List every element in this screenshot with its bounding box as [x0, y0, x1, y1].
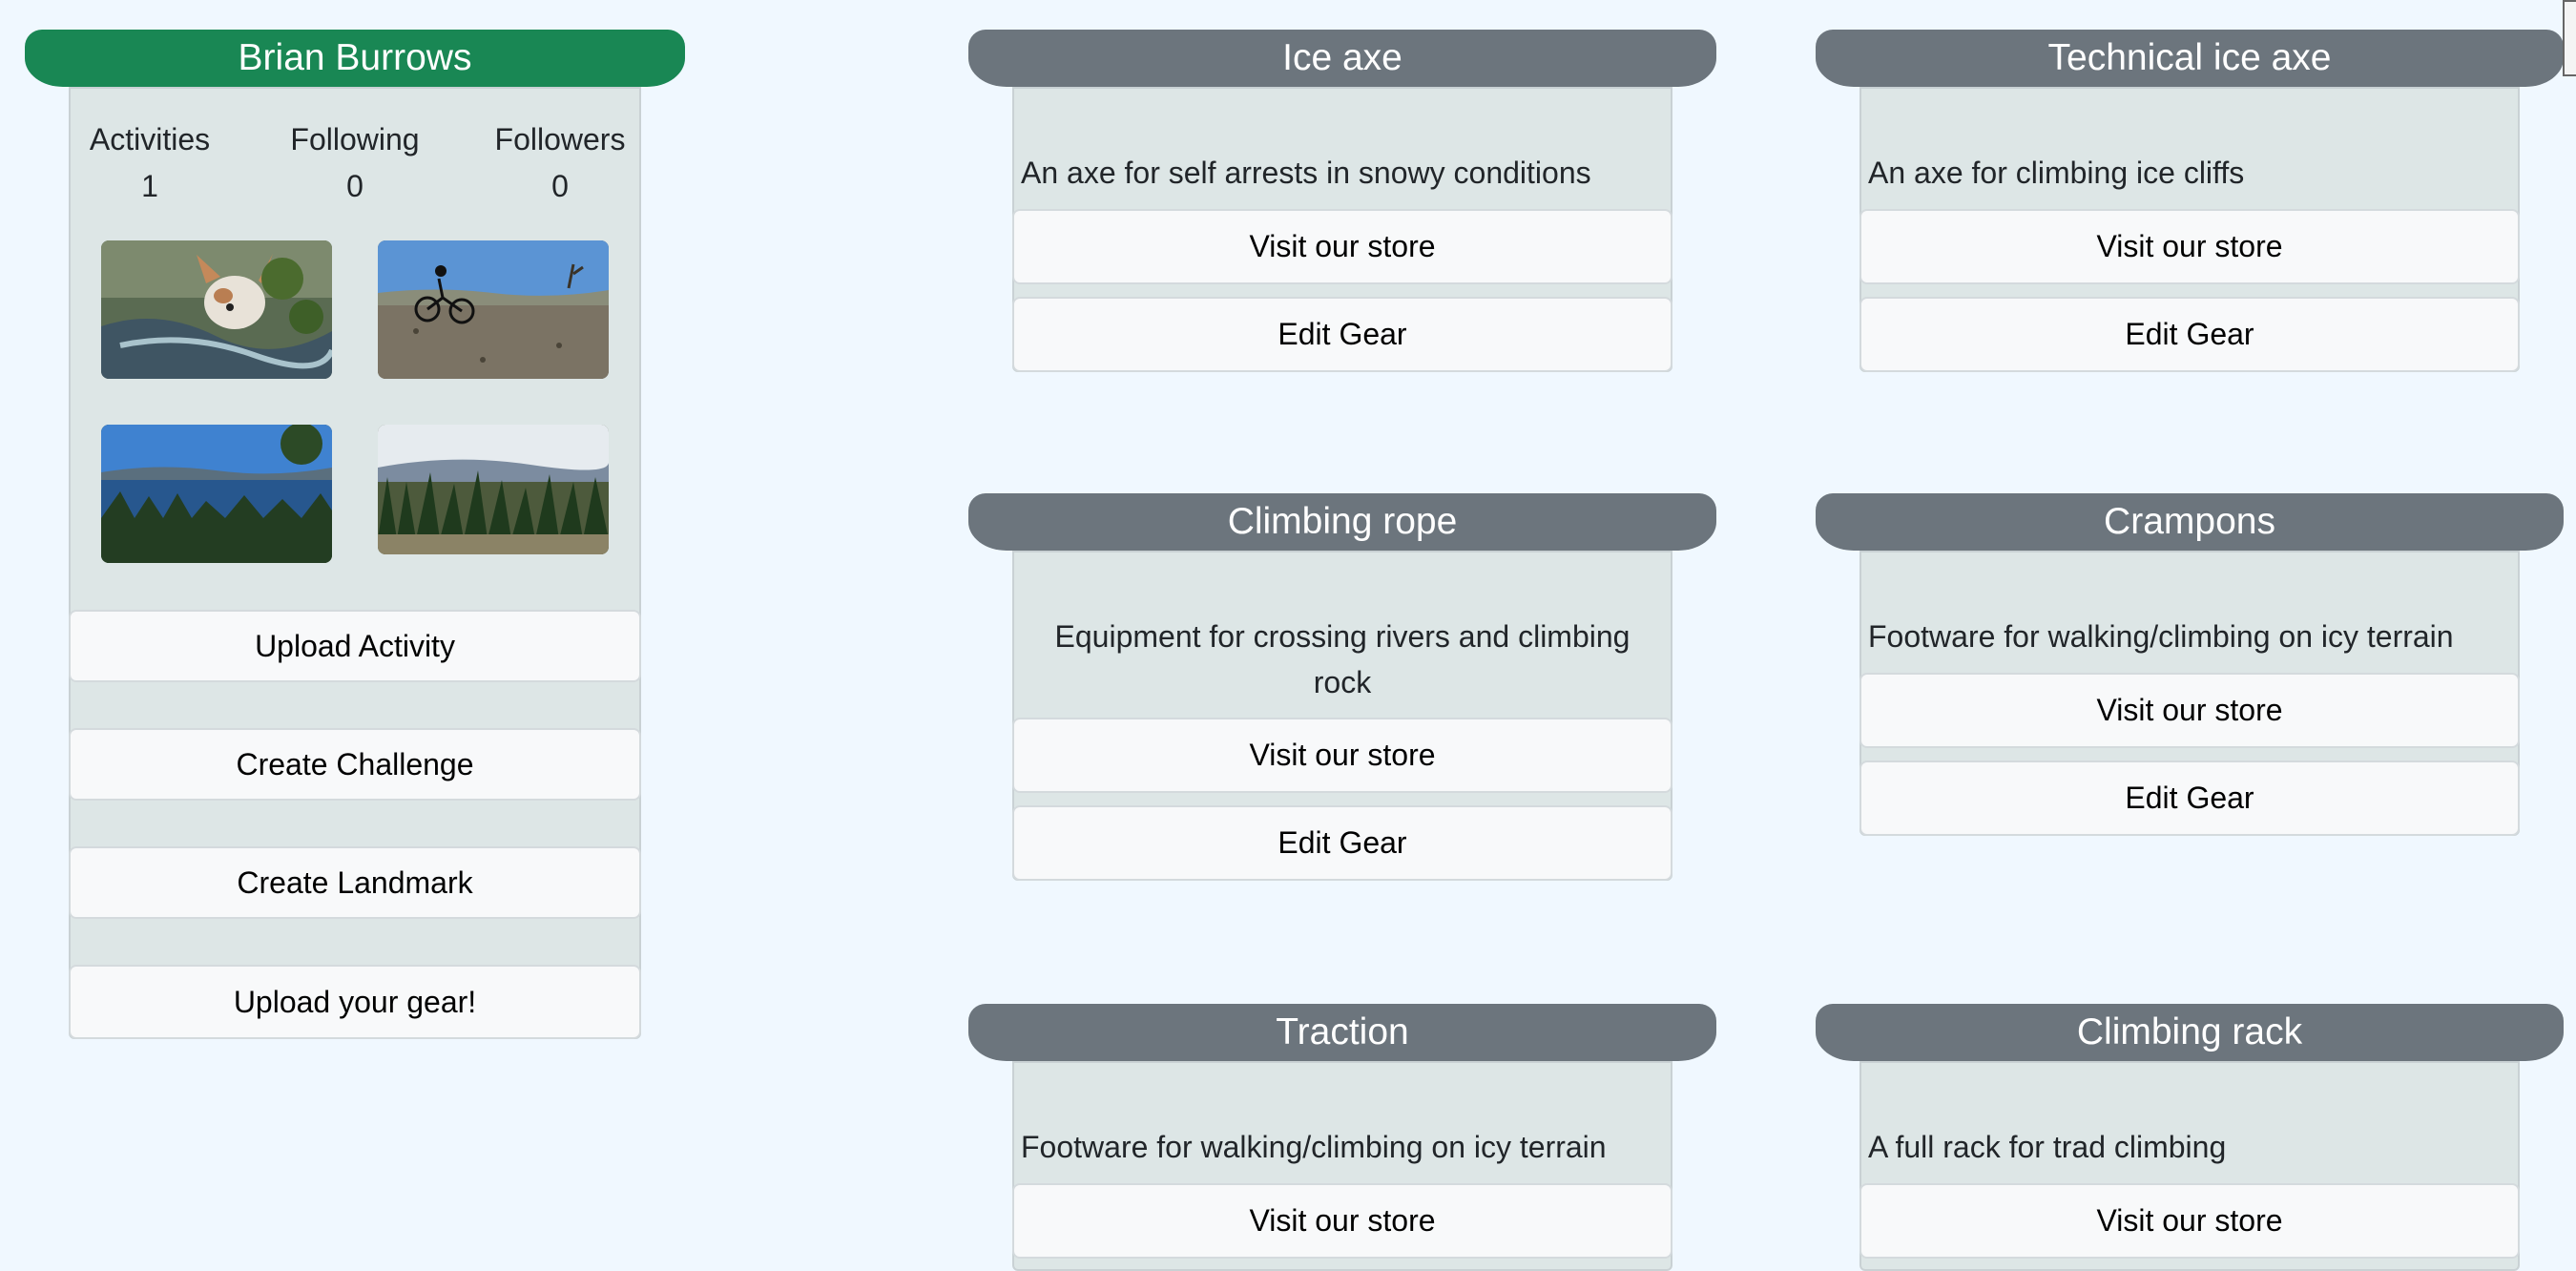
stat-followers[interactable]: Followers 0 — [479, 122, 641, 204]
stat-followers-label: Followers — [494, 122, 626, 156]
gear-description: An axe for self arrests in snowy conditi… — [1021, 156, 1591, 190]
edit-gear-button[interactable]: Edit Gear — [1859, 297, 2520, 372]
profile-name-header: Brian Burrows — [25, 30, 685, 87]
gear-description: An axe for climbing ice cliffs — [1868, 156, 2245, 190]
edit-gear-button[interactable]: Edit Gear — [1012, 297, 1672, 372]
visit-store-label: Visit our store — [1249, 229, 1436, 263]
edit-gear-label: Edit Gear — [1278, 317, 1407, 351]
visit-store-button[interactable]: Visit our store — [1859, 1183, 2520, 1259]
stat-activities-value: 1 — [141, 169, 158, 203]
visit-store-label: Visit our store — [2096, 693, 2283, 727]
upload-gear-button[interactable]: Upload your gear! — [69, 965, 641, 1039]
stat-activities-label: Activities — [89, 122, 211, 156]
edit-gear-button[interactable]: Edit Gear — [1859, 761, 2520, 836]
gear-title: Crampons — [2104, 501, 2275, 542]
gear-title: Traction — [1276, 1011, 1409, 1052]
stat-following[interactable]: Following 0 — [274, 122, 436, 204]
visit-store-button[interactable]: Visit our store — [1012, 209, 1672, 284]
gear-title: Climbing rack — [2076, 1011, 2303, 1052]
scrollbar-corner[interactable] — [2563, 0, 2576, 76]
stat-following-label: Following — [290, 122, 420, 156]
upload-activity-button[interactable]: Upload Activity — [69, 610, 641, 682]
upload-gear-label: Upload your gear! — [233, 984, 477, 1019]
visit-store-button[interactable]: Visit our store — [1859, 673, 2520, 748]
profile-name: Brian Burrows — [238, 37, 472, 78]
visit-store-label: Visit our store — [1249, 1203, 1436, 1238]
gear-description: Footware for walking/climbing on icy ter… — [1868, 619, 2454, 654]
visit-store-button[interactable]: Visit our store — [1859, 209, 2520, 284]
create-landmark-label: Create Landmark — [237, 865, 473, 900]
edit-gear-button[interactable]: Edit Gear — [1012, 805, 1672, 881]
activity-photo-bike[interactable] — [378, 240, 609, 379]
create-challenge-label: Create Challenge — [236, 746, 474, 781]
stat-followers-value: 0 — [551, 169, 569, 203]
visit-store-label: Visit our store — [1249, 738, 1436, 772]
activity-photo-dog[interactable] — [101, 240, 332, 379]
gear-card-header: Technical ice axe — [1816, 30, 2564, 87]
stat-activities[interactable]: Activities 1 — [69, 122, 231, 204]
create-challenge-button[interactable]: Create Challenge — [69, 728, 641, 801]
visit-store-label: Visit our store — [2096, 1203, 2283, 1238]
stat-following-value: 0 — [346, 169, 364, 203]
visit-store-button[interactable]: Visit our store — [1012, 718, 1672, 793]
edit-gear-label: Edit Gear — [2125, 317, 2254, 351]
activity-photo-lake[interactable] — [101, 425, 332, 563]
upload-activity-label: Upload Activity — [255, 628, 455, 663]
gear-description: A full rack for trad climbing — [1868, 1130, 2227, 1164]
gear-description: Equipment for crossing rivers and climbi… — [1054, 619, 1631, 699]
gear-card-header: Ice axe — [968, 30, 1716, 87]
gear-card-header: Crampons — [1816, 493, 2564, 551]
gear-description: Footware for walking/climbing on icy ter… — [1021, 1130, 1607, 1164]
gear-title: Climbing rope — [1227, 501, 1458, 542]
gear-title: Ice axe — [1282, 37, 1402, 78]
gear-card-header: Climbing rack — [1816, 1004, 2564, 1061]
visit-store-label: Visit our store — [2096, 229, 2283, 263]
gear-title: Technical ice axe — [2047, 37, 2332, 78]
create-landmark-button[interactable]: Create Landmark — [69, 846, 641, 919]
edit-gear-label: Edit Gear — [1278, 825, 1407, 860]
gear-card-header: Traction — [968, 1004, 1716, 1061]
edit-gear-label: Edit Gear — [2125, 781, 2254, 815]
activity-photo-forest[interactable] — [378, 425, 609, 554]
visit-store-button[interactable]: Visit our store — [1012, 1183, 1672, 1259]
gear-card-header: Climbing rope — [968, 493, 1716, 551]
